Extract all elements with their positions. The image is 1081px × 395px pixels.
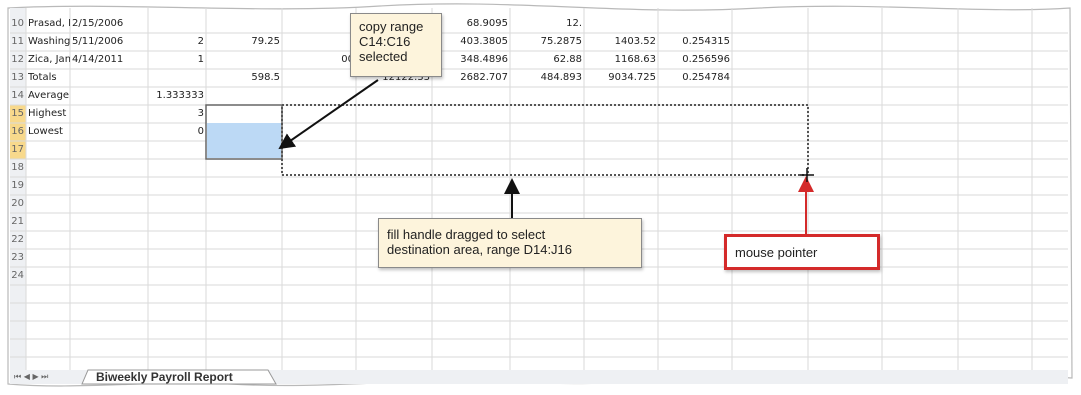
table-cell[interactable]: 403.3805 xyxy=(434,33,508,51)
table-cell[interactable]: 1.333333 xyxy=(150,87,204,105)
row-header[interactable]: 18 xyxy=(10,159,24,177)
table-cell[interactable]: 484.893 xyxy=(512,69,582,87)
sheet-nav-buttons[interactable]: ⏮ ◀ ▶ ⏭ xyxy=(14,372,48,382)
table-cell[interactable]: Zica, Jame xyxy=(28,51,70,69)
table-cell[interactable]: 0.254784 xyxy=(660,69,730,87)
table-cell[interactable]: Average xyxy=(28,87,70,105)
table-cell[interactable]: 2 xyxy=(150,33,204,51)
table-cell[interactable]: 0.254315 xyxy=(660,33,730,51)
table-cell[interactable]: 3 xyxy=(150,105,204,123)
copy-range-callout: copy range C14:C16 selected xyxy=(350,13,442,77)
table-cell[interactable]: Highest xyxy=(28,105,70,123)
table-cell[interactable]: 62.88 xyxy=(512,51,582,69)
row-header[interactable]: 24 xyxy=(10,267,24,285)
table-cell[interactable]: 1403.52 xyxy=(586,33,656,51)
fill-handle-callout: fill handle dragged to select destinatio… xyxy=(378,218,642,268)
table-cell[interactable]: 5/11/2006 xyxy=(72,33,146,51)
row-header[interactable]: 10 xyxy=(10,15,24,33)
table-cell[interactable]: 0 xyxy=(150,123,204,141)
copy-range-callout-line3: selected xyxy=(359,49,408,64)
row-header[interactable]: 21 xyxy=(10,213,24,231)
row-header[interactable]: 22 xyxy=(10,231,24,249)
table-cell[interactable]: 00 xyxy=(284,51,354,69)
row-header[interactable]: 11 xyxy=(10,33,24,51)
mouse-pointer-callout: mouse pointer xyxy=(724,234,880,270)
sheet-tab-biweekly-payroll-report[interactable]: Biweekly Payroll Report xyxy=(96,370,233,384)
row-header[interactable]: 20 xyxy=(10,195,24,213)
table-cell[interactable]: Totals xyxy=(28,69,70,87)
table-cell[interactable]: 598.5 xyxy=(208,69,280,87)
table-cell[interactable]: Washingt xyxy=(28,33,70,51)
row-header[interactable]: 23 xyxy=(10,249,24,267)
table-cell[interactable]: 75.2875 xyxy=(512,33,582,51)
row-header[interactable]: 17 xyxy=(10,141,24,159)
row-header[interactable]: 14 xyxy=(10,87,24,105)
table-cell[interactable]: 12. xyxy=(512,15,582,33)
table-cell[interactable]: 0.256596 xyxy=(660,51,730,69)
table-cell[interactable]: 1168.63 xyxy=(586,51,656,69)
copy-range-callout-line2: C14:C16 xyxy=(359,34,411,49)
copy-range-callout-line1: copy range xyxy=(359,19,424,34)
row-header[interactable]: 12 xyxy=(10,51,24,69)
table-cell[interactable]: 68.9095 xyxy=(434,15,508,33)
table-cell[interactable]: 2/15/2006 xyxy=(72,15,146,33)
table-cell[interactable]: 79.25 xyxy=(208,33,280,51)
table-cell[interactable]: 9034.725 xyxy=(586,69,656,87)
row-header[interactable]: 16 xyxy=(10,123,24,141)
table-cell[interactable]: 2682.707 xyxy=(434,69,508,87)
table-cell[interactable]: 348.4896 xyxy=(434,51,508,69)
fill-handle-callout-line2: destination area, range D14:J16 xyxy=(387,242,573,257)
table-cell[interactable]: 4/14/2011 xyxy=(72,51,146,69)
row-header[interactable]: 13 xyxy=(10,69,24,87)
mouse-pointer-callout-label: mouse pointer xyxy=(735,245,818,260)
row-header[interactable]: 19 xyxy=(10,177,24,195)
table-cell[interactable]: Lowest xyxy=(28,123,70,141)
row-header[interactable]: 15 xyxy=(10,105,24,123)
fill-handle-callout-line1: fill handle dragged to select xyxy=(387,227,546,242)
table-cell[interactable]: 1 xyxy=(150,51,204,69)
table-cell[interactable]: Prasad, Ra xyxy=(28,15,70,33)
